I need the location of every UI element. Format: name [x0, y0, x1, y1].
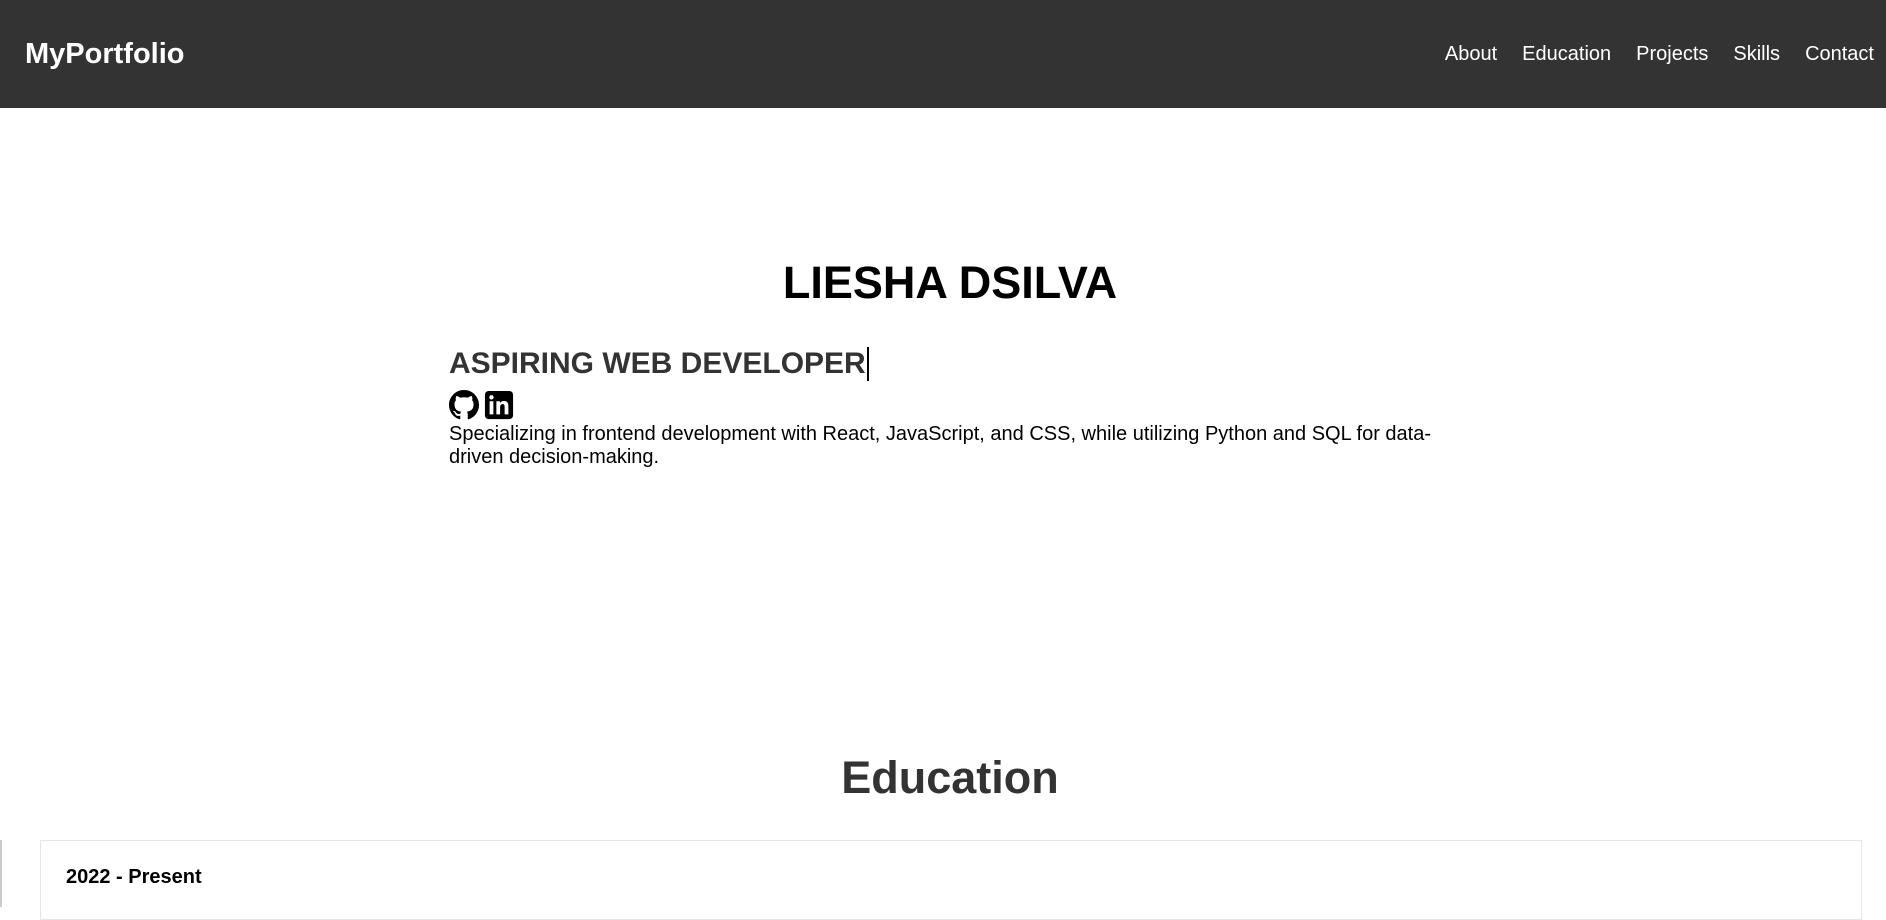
- nav-link-contact[interactable]: Contact: [1805, 43, 1874, 66]
- timeline-line: [0, 840, 2, 907]
- education-date: 2022 - Present: [66, 866, 202, 888]
- hero-description: Specializing in frontend development wit…: [449, 423, 1432, 468]
- navbar: MyPortfolio About Education Projects Ski…: [0, 0, 1886, 108]
- tagline-text: ASPIRING WEB DEVELOPER: [449, 347, 866, 380]
- nav-links: About Education Projects Skills Contact: [1420, 43, 1874, 66]
- linkedin-icon: [484, 390, 514, 420]
- nav-link-skills[interactable]: Skills: [1733, 43, 1780, 66]
- linkedin-link[interactable]: [484, 390, 514, 420]
- education-card: 2022 - Present: [40, 840, 1862, 920]
- social-links: [449, 390, 519, 420]
- education-title: Education: [841, 752, 1059, 803]
- hero-tagline: ASPIRING WEB DEVELOPER: [449, 345, 869, 383]
- github-link[interactable]: [449, 390, 479, 420]
- github-icon: [449, 390, 479, 420]
- nav-link-projects[interactable]: Projects: [1636, 43, 1708, 66]
- nav-link-about[interactable]: About: [1445, 43, 1497, 66]
- typing-cursor: [866, 347, 869, 381]
- nav-link-education[interactable]: Education: [1522, 43, 1611, 66]
- hero-name: LIESHA DSILVA: [782, 257, 1118, 308]
- brand-logo[interactable]: MyPortfolio: [25, 38, 185, 71]
